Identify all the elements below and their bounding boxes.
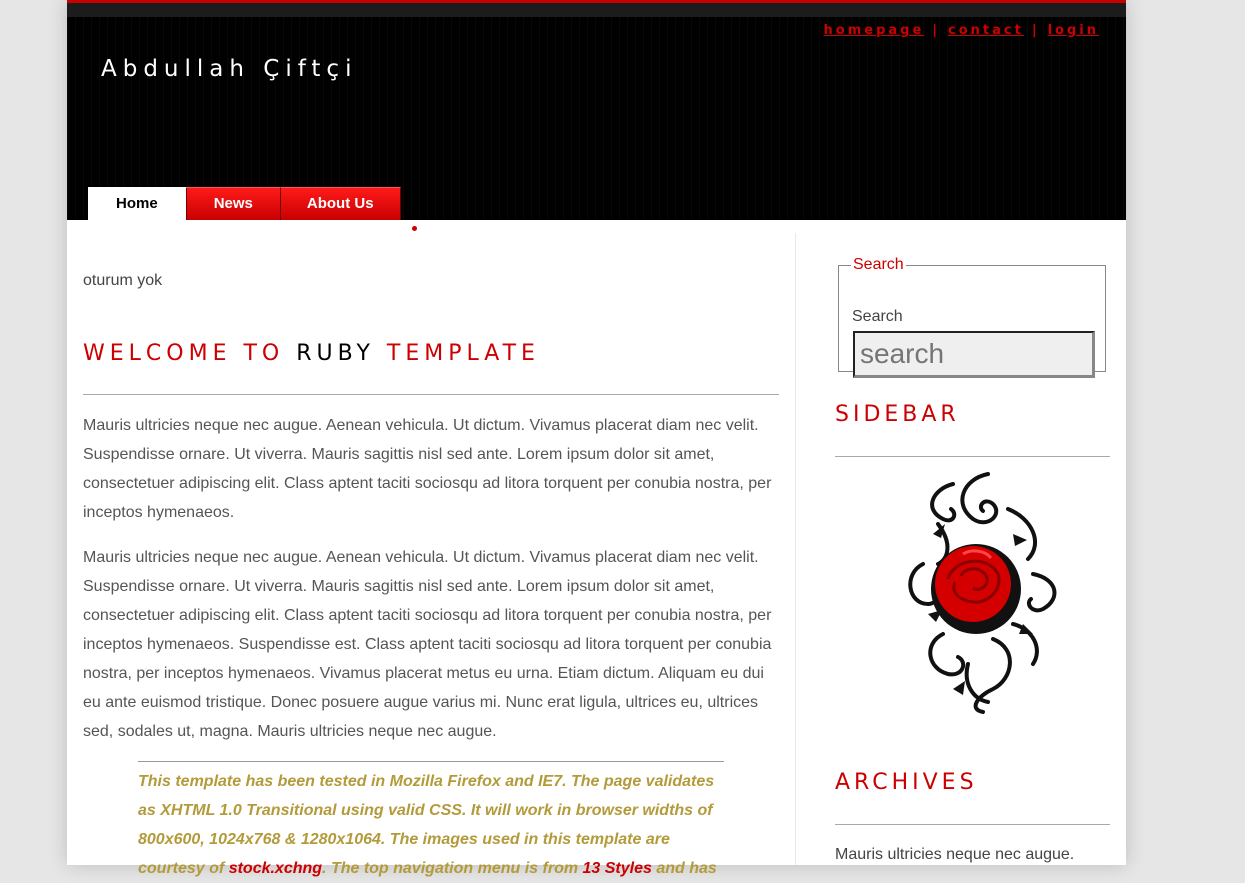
tab-about-us[interactable]: About Us	[280, 187, 401, 220]
session-status: oturum yok	[83, 272, 163, 289]
content-paragraph: Mauris ultricies neque nec augue. Aenean…	[83, 549, 772, 740]
main-nav: Home News About Us	[88, 187, 401, 220]
search-input[interactable]	[853, 331, 1095, 378]
search-legend: Search	[853, 256, 904, 273]
page-container: homepage | contact | login Abdullah Çiftçi H…	[67, 0, 1126, 877]
tab-home[interactable]: Home	[88, 187, 187, 220]
title-part-1: WELCOME TO	[83, 341, 297, 366]
link-separator: |	[932, 23, 941, 38]
page-title: WELCOME TO RUBY TEMPLATE	[83, 341, 540, 366]
homepage-link[interactable]: homepage	[824, 23, 925, 38]
decorative-dot	[412, 226, 417, 231]
sidebar-heading: SIDEBAR	[835, 402, 960, 427]
rose-ornament-image	[908, 472, 1057, 714]
search-fieldset: Search Search	[838, 256, 1106, 378]
header-band	[67, 3, 1126, 17]
title-part-3: TEMPLATE	[374, 341, 540, 366]
sidebar-divider	[835, 456, 1110, 457]
link-separator: |	[1031, 23, 1040, 38]
login-link[interactable]: login	[1048, 23, 1099, 38]
header: homepage | contact | login Abdullah Çiftçi H…	[67, 0, 1126, 220]
search-label: Search	[852, 308, 903, 325]
site-title: Abdullah Çiftçi	[101, 56, 358, 82]
13-styles-link[interactable]: 13 Styles	[583, 860, 652, 877]
title-divider	[83, 394, 779, 395]
column-divider	[795, 233, 796, 865]
quote-text: . The top navigation menu is from	[322, 860, 583, 877]
stock-xchng-link[interactable]: stock.xchng	[229, 860, 322, 877]
title-part-2: RUBY	[296, 341, 375, 366]
sidebar-divider	[835, 824, 1110, 825]
archives-text: Mauris ultricies neque nec augue.	[835, 846, 1075, 863]
contact-link[interactable]: contact	[948, 23, 1024, 38]
top-links: homepage | contact | login	[824, 23, 1099, 38]
quote-text: and has	[651, 860, 717, 877]
content-paragraph: Mauris ultricies neque nec augue. Aenean…	[83, 417, 772, 521]
sidebar-heading: ARCHIVES	[835, 770, 978, 795]
tab-news[interactable]: News	[186, 187, 281, 220]
